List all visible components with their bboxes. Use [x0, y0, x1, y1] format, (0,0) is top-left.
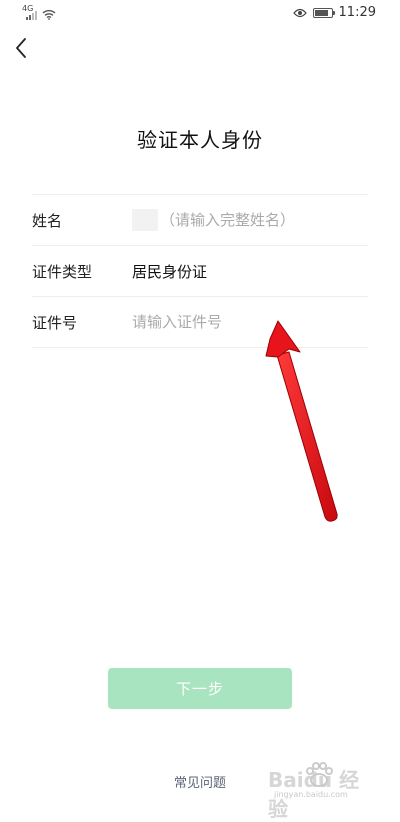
id-number-label: 证件号 [32, 313, 78, 332]
id-type-label: 证件类型 [32, 262, 93, 281]
arrow-shaft [276, 351, 338, 522]
name-input[interactable] [160, 211, 368, 229]
next-button[interactable]: 下一步 [108, 668, 292, 709]
id-number-row: 证件号 [32, 297, 368, 348]
chevron-left-icon [16, 38, 26, 58]
id-type-value: 居民身份证 [132, 262, 208, 281]
name-row: 姓名 [32, 195, 368, 246]
identity-form: 姓名 证件类型 居民身份证 证件号 [32, 194, 368, 348]
masked-name [132, 209, 158, 231]
status-left: 4G [22, 4, 56, 20]
name-label: 姓名 [32, 211, 63, 230]
status-bar: 4G 11:29 [0, 0, 400, 26]
id-number-input[interactable] [132, 313, 368, 331]
status-right: 11:29 [292, 5, 376, 20]
battery-icon [312, 7, 335, 18]
back-button[interactable] [10, 36, 34, 60]
clock: 11:29 [338, 5, 376, 20]
page-title: 验证本人身份 [137, 128, 263, 152]
eye-icon [292, 8, 307, 17]
watermark-url: jingyan.baidu.com [274, 790, 348, 799]
id-type-row[interactable]: 证件类型 居民身份证 [32, 246, 368, 297]
network-type: 4G [22, 4, 34, 13]
name-field [132, 209, 368, 231]
baidu-watermark: Baidu 经验 jingyan.baidu.com [268, 762, 378, 821]
wifi-icon [42, 10, 56, 20]
